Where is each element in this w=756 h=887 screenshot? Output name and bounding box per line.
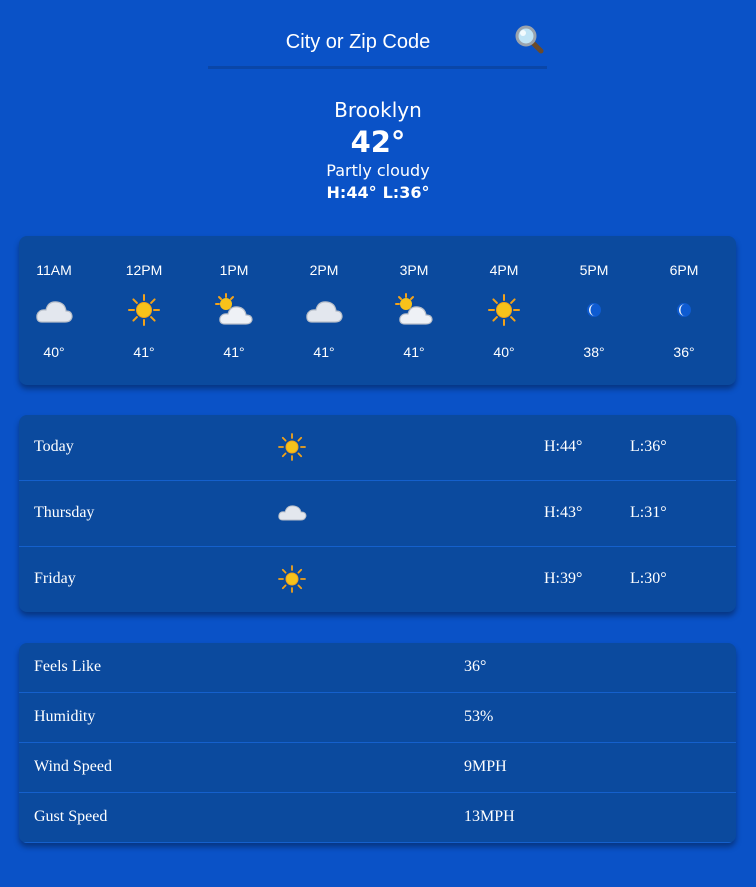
hour-time: 4PM [489,262,519,278]
daily-row: Friday H:39° L:30° [19,547,736,612]
detail-row-wind-speed: Wind Speed 9MPH [19,743,736,793]
hour-temp: 36° [673,344,695,360]
hour-time: 5PM [579,262,609,278]
sun-icon [124,292,164,328]
high-low: H:44° L:36° [0,182,756,204]
hour-temp: 41° [223,344,245,360]
sun-behind-cloud-icon [394,292,434,328]
sun-icon [277,564,307,594]
detail-label: Wind Speed [34,758,113,775]
city-name: Brooklyn [334,98,422,122]
detail-row-gust-speed: Gust Speed 13MPH [19,793,736,843]
detail-value: 9MPH [464,758,507,775]
detail-value: 53% [464,708,494,725]
detail-label: Feels Like [34,658,102,675]
day-low: L:36° [630,438,667,455]
hour-time: 11AM [36,262,72,278]
magnifying-glass-icon[interactable] [514,24,546,56]
hour-temp: 38° [583,344,605,360]
day-low: L:30° [630,570,667,587]
hour-time: 3PM [399,262,429,278]
cloud-icon [34,292,74,328]
day-name: Today [34,438,74,455]
detail-row-humidity: Humidity 53% [19,693,736,743]
sun-icon [277,432,307,462]
high-temp: H:44° [326,183,377,202]
hour-time: 2PM [309,262,339,278]
search-bar [208,22,547,69]
hour-temp: 40° [493,344,515,360]
hour-time: 12PM [125,262,163,278]
daily-row: Today H:44° L:36° [19,415,736,481]
daily-row: Thursday H:43° L:31° [19,481,736,547]
current-temp: 42° [350,125,406,159]
hour-temp: 41° [313,344,335,360]
detail-row-feels-like: Feels Like 36° [19,643,736,693]
low-temp: L:36° [382,183,430,202]
sun-icon [484,292,524,328]
cloud-icon [304,292,344,328]
moon-icon [664,292,704,328]
day-name: Thursday [34,504,95,521]
moon-icon [574,292,614,328]
day-high: H:39° [544,570,583,587]
hour-time: 6PM [669,262,699,278]
daily-forecast: Today H:44° L:36° Thursday H:43° L:31° F… [19,415,736,612]
hour-temp: 41° [133,344,155,360]
condition-text: Partly cloudy [326,161,430,180]
detail-value: 36° [464,658,487,675]
day-high: H:44° [544,438,583,455]
current-weather: Brooklyn 42° Partly cloudy H:44° L:36° [0,96,756,204]
hour-temp: 41° [403,344,425,360]
hourly-forecast: 11AM 40° 12PM 41° 1PM 41° 2PM 41° 3PM 41… [19,236,736,385]
detail-label: Humidity [34,708,96,725]
sun-behind-cloud-icon [214,292,254,328]
day-name: Friday [34,570,76,587]
search-input[interactable] [208,22,508,62]
detail-value: 13MPH [464,808,515,825]
day-low: L:31° [630,504,667,521]
hour-time: 1PM [219,262,249,278]
detail-label: Gust Speed [34,808,108,825]
weather-details: Feels Like 36° Humidity 53% Wind Speed 9… [19,643,736,843]
day-high: H:43° [544,504,583,521]
cloud-icon [277,498,307,528]
hour-temp: 40° [43,344,65,360]
